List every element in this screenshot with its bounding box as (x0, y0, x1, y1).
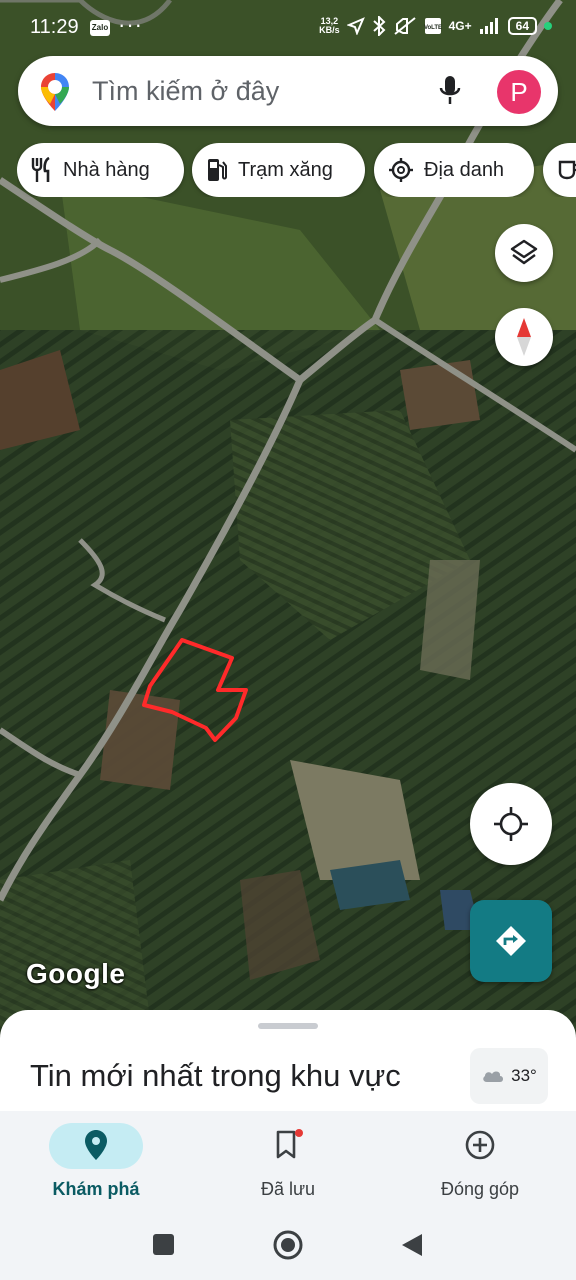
explore-pin-icon (85, 1130, 107, 1160)
add-circle-icon (465, 1130, 495, 1160)
landmark-icon (389, 158, 413, 182)
home-icon[interactable] (272, 1229, 304, 1261)
coffee-icon (558, 160, 576, 180)
chip-label: Địa danh (424, 158, 505, 181)
location-arrow-icon (346, 17, 365, 35)
sheet-drag-handle[interactable] (258, 1023, 318, 1029)
system-navigation-bar (0, 1210, 576, 1280)
cloud-icon (483, 1071, 504, 1082)
restaurant-icon (31, 157, 50, 182)
signal-icon (479, 18, 498, 34)
tab-label: Đã lưu (260, 1179, 316, 1199)
zalo-icon: Zalo (90, 20, 110, 36)
mic-icon[interactable] (438, 74, 462, 108)
chip-landmarks[interactable]: Địa danh (374, 143, 534, 197)
more-notifications-icon: ··· (118, 12, 143, 37)
tab-explore[interactable]: Khám phá (6, 1125, 186, 1205)
chip-restaurants[interactable]: Nhà hàng (17, 143, 184, 197)
avatar[interactable]: P (497, 70, 541, 114)
tab-contribute[interactable]: Đóng góp (390, 1125, 570, 1205)
layers-button[interactable] (495, 224, 553, 282)
status-time: 11:29 (30, 16, 79, 38)
bookmark-icon (276, 1129, 303, 1159)
tab-label: Đóng góp (440, 1179, 520, 1199)
directions-icon (496, 926, 526, 956)
directions-button[interactable] (470, 900, 552, 982)
layers-icon (510, 239, 538, 265)
compass-button[interactable] (495, 308, 553, 366)
weather-chip[interactable]: 33° (470, 1048, 548, 1104)
bluetooth-icon (372, 16, 386, 36)
mute-icon (394, 17, 416, 35)
compass-icon (517, 318, 531, 356)
google-maps-logo-icon (41, 73, 69, 111)
svg-text:VoLTE: VoLTE (424, 25, 442, 31)
battery-icon: 64 (507, 17, 537, 35)
search-bar[interactable]: Tìm kiếm ở đây P (18, 56, 558, 126)
privacy-dot-icon (544, 22, 552, 30)
status-icons: 13,2 KB/s VoLTE 4G+ 64 (319, 16, 552, 36)
recents-icon[interactable] (153, 1234, 174, 1255)
news-bottom-sheet[interactable]: Tin mới nhất trong khu vực 33° (0, 1010, 576, 1120)
temperature: 33° (511, 1066, 537, 1085)
volte-icon: VoLTE (424, 18, 442, 34)
chip-coffee[interactable] (543, 143, 576, 197)
my-location-icon (494, 807, 528, 841)
category-chips: Nhà hàng Trạm xăng Địa danh (17, 143, 576, 197)
search-input[interactable]: Tìm kiếm ở đây (92, 76, 279, 107)
my-location-button[interactable] (470, 783, 552, 865)
status-bar: 11:29 Zalo ··· 13,2 KB/s VoLTE 4G+ 64 (0, 0, 576, 58)
chip-label: Trạm xăng (238, 158, 333, 181)
gas-station-icon (208, 159, 227, 181)
net-speed: 13,2 KB/s (319, 16, 340, 35)
tab-label: Khám phá (52, 1179, 140, 1199)
network-type: 4G+ (448, 19, 472, 33)
google-attribution: Google (26, 958, 126, 989)
chip-label: Nhà hàng (63, 158, 150, 181)
chip-gas-stations[interactable]: Trạm xăng (192, 143, 365, 197)
tab-saved[interactable]: Đã lưu (198, 1125, 378, 1205)
sheet-title: Tin mới nhất trong khu vực (30, 1058, 401, 1093)
back-icon[interactable] (400, 1232, 424, 1258)
